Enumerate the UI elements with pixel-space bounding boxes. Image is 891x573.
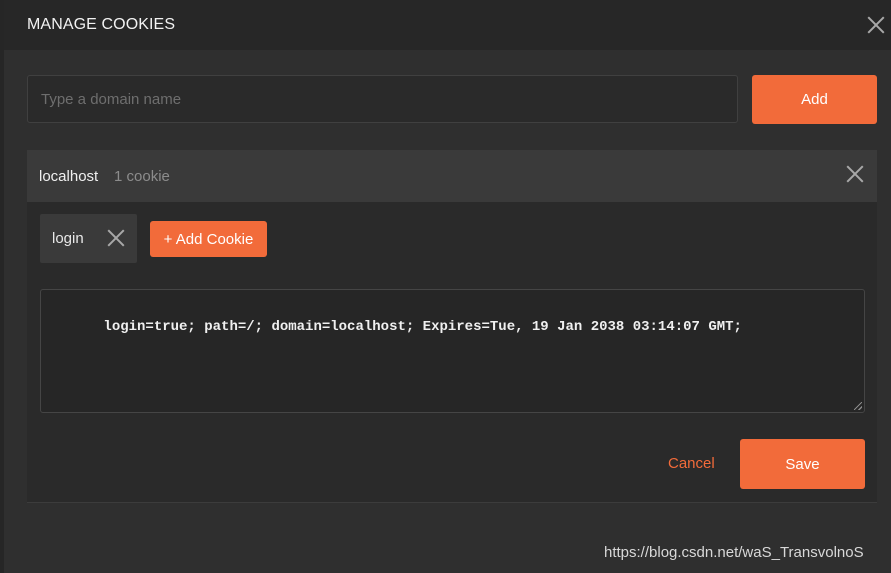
remove-cookie-icon[interactable] — [107, 229, 125, 247]
domain-card-header: localhost 1 cookie — [27, 150, 877, 202]
add-domain-button[interactable]: Add — [752, 75, 877, 124]
domain-name: localhost — [39, 168, 99, 185]
watermark-text: https://blog.csdn.net/waS_TransvolnoS — [604, 544, 864, 561]
add-domain-label: Add — [801, 91, 828, 108]
cookie-count: 1 cookie — [114, 168, 170, 185]
save-button[interactable]: Save — [740, 439, 865, 489]
modal-title: MANAGE COOKIES — [27, 16, 176, 33]
resize-grip-icon[interactable] — [854, 402, 862, 410]
domain-card-localhost: localhost 1 cookie login + Add Cookie lo… — [27, 150, 877, 503]
cancel-button[interactable]: Cancel — [668, 455, 715, 472]
modal-header: MANAGE COOKIES — [4, 0, 891, 50]
add-cookie-label: + Add Cookie — [163, 230, 254, 248]
close-modal-icon[interactable] — [867, 16, 885, 34]
cookie-value-text: login=true; path=/; domain=localhost; Ex… — [103, 319, 742, 335]
cookie-value-editor[interactable]: login=true; path=/; domain=localhost; Ex… — [40, 289, 865, 413]
cookie-chip-login[interactable]: login — [40, 214, 137, 263]
cookie-chip-label: login — [52, 230, 84, 247]
domain-name-input[interactable] — [27, 75, 738, 123]
remove-domain-icon[interactable] — [846, 165, 864, 183]
background-strip — [0, 0, 4, 573]
save-label: Save — [785, 455, 820, 473]
add-cookie-button[interactable]: + Add Cookie — [150, 221, 267, 257]
manage-cookies-modal: MANAGE COOKIES Add localhost 1 cookie lo… — [0, 0, 891, 573]
